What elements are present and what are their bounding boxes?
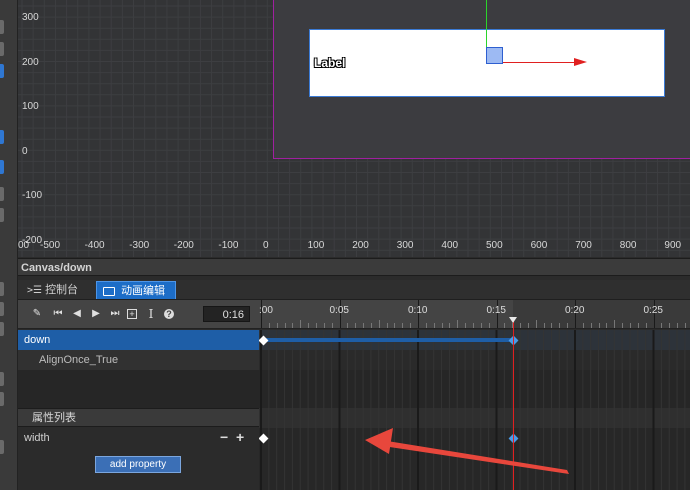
add-property-button[interactable]: add property (95, 456, 181, 473)
x-axis-label: -500 (40, 240, 61, 251)
left-tool-button[interactable] (0, 130, 4, 144)
scene-view[interactable]: Label 300 200 100 0 -100 -200 00 -500 -400 -300 -… (18, 0, 690, 257)
y-axis-label: 200 (22, 56, 39, 68)
left-tool-button[interactable] (0, 372, 4, 386)
help-icon[interactable]: ? (164, 309, 174, 319)
x-axis-label: 400 (441, 240, 459, 251)
x-axis-label: -100 (218, 240, 239, 251)
x-axis-label: 900 (664, 240, 682, 251)
panel-tab-bar: >☰ 控制台 动画编辑器 (18, 280, 690, 315)
y-axis-label: 100 (22, 101, 39, 112)
left-tool-button[interactable] (0, 187, 4, 201)
left-tool-button[interactable] (0, 42, 4, 56)
tab-label: 控制台 (45, 284, 79, 296)
x-axis-label: -400 (84, 240, 105, 251)
property-name: width (24, 432, 50, 444)
left-tool-button[interactable] (0, 302, 4, 316)
left-tool-button[interactable] (0, 64, 4, 78)
x-axis-label: 800 (619, 240, 637, 251)
gizmo-x-arrow-icon[interactable] (574, 58, 587, 66)
y-axis-label: 0 (22, 145, 28, 157)
timeline-area[interactable]: :00 0:05 0:10 0:15 0:20 0:25 (259, 300, 690, 490)
current-time-field[interactable]: 0:16 (203, 306, 250, 322)
step-forward-icon[interactable]: ⏭ (109, 308, 121, 320)
x-axis-label: -300 (129, 240, 150, 251)
x-axis-label: 00 (18, 240, 30, 251)
left-tool-button[interactable] (0, 392, 4, 406)
track-clip-name: AlignOnce_True (39, 354, 119, 366)
left-tool-button[interactable] (0, 160, 4, 174)
gizmo-x-axis[interactable] (501, 62, 581, 63)
properties-header: 属性列表 (18, 408, 259, 427)
console-icon: >☰ (27, 285, 42, 296)
left-tool-button[interactable] (0, 322, 4, 336)
play-icon[interactable]: ▶ (90, 308, 102, 320)
left-toolbar-strip (0, 0, 18, 490)
jump-first-icon[interactable]: ⏮ (52, 308, 64, 320)
annotation-arrow (365, 428, 569, 474)
track-node-name: down (24, 334, 51, 346)
node-path-bar: Canvas/down (18, 258, 690, 276)
y-axis-label: -100 (22, 190, 43, 201)
x-axis-label: 200 (352, 240, 369, 251)
gizmo-y-axis[interactable] (486, 0, 487, 48)
add-keyframe-icon[interactable]: + (127, 309, 137, 319)
x-axis-label: 0 (263, 240, 269, 251)
x-axis-label: 700 (575, 240, 592, 251)
x-axis-label: 600 (530, 240, 548, 251)
track-node-row[interactable]: down (18, 330, 259, 350)
label-node-text: Label (314, 56, 346, 70)
tab-console[interactable]: >☰ 控制台 (21, 281, 93, 299)
y-axis-label: 300 (22, 12, 39, 23)
monitor-icon (103, 286, 115, 296)
left-tool-button[interactable] (0, 208, 4, 222)
x-axis-label: 500 (486, 240, 503, 251)
property-row-width[interactable]: width − + add property (18, 428, 259, 490)
left-tool-button[interactable] (0, 20, 4, 34)
edit-icon[interactable]: ✎ (31, 308, 43, 320)
add-keyframe-button[interactable]: + (236, 429, 244, 445)
text-cursor-icon[interactable]: I (145, 308, 157, 320)
x-axis-label: 300 (396, 240, 414, 251)
remove-property-button[interactable]: − (220, 429, 228, 445)
track-clip-row[interactable]: AlignOnce_True (18, 350, 259, 370)
x-axis-label: 100 (307, 240, 325, 251)
animation-toolbar: ✎ ⏮ ◀ ▶ ⏭ + I ? 0:16 (18, 300, 259, 329)
track-empty-area (18, 370, 259, 408)
left-tool-button[interactable] (0, 282, 4, 296)
gizmo-handle[interactable] (486, 47, 503, 64)
left-tool-button[interactable] (0, 440, 4, 454)
step-back-icon[interactable]: ◀ (71, 308, 83, 320)
tab-animation-editor[interactable]: 动画编辑器 (96, 281, 176, 315)
x-axis-label: -200 (173, 240, 194, 251)
